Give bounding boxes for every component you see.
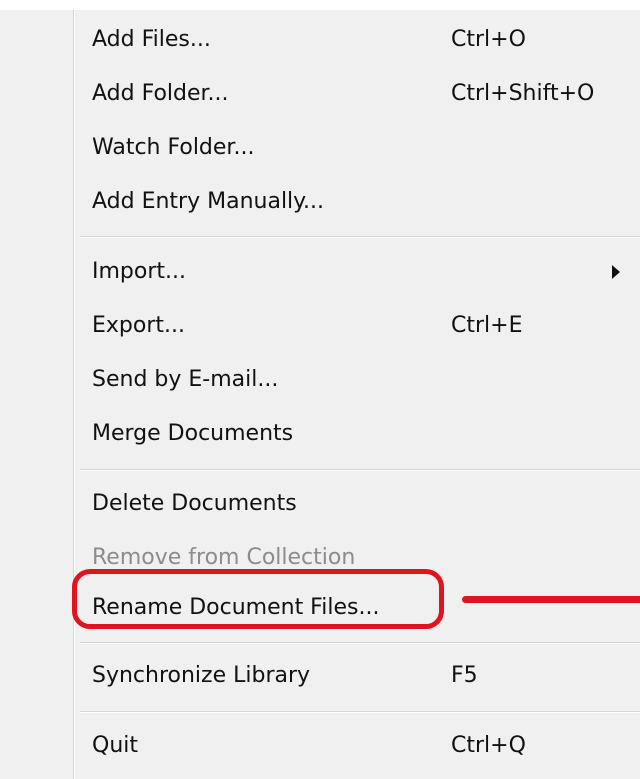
menu-item-delete-documents[interactable]: Delete Documents xyxy=(80,480,640,528)
menu-item-add-entry-manually[interactable]: Add Entry Manually... xyxy=(80,178,640,226)
menu-item-add-folder[interactable]: Add Folder... Ctrl+Shift+O xyxy=(80,70,640,118)
menu-item-label: Quit xyxy=(92,733,138,758)
menu-item-merge-documents[interactable]: Merge Documents xyxy=(80,410,640,458)
menu-item-watch-folder[interactable]: Watch Folder... xyxy=(80,124,640,172)
menu-item-label: Watch Folder... xyxy=(92,135,255,160)
menu-separator xyxy=(80,469,640,471)
menu-item-shortcut: Ctrl+Q xyxy=(451,733,526,758)
menu-item-quit[interactable]: Quit Ctrl+Q xyxy=(80,722,640,770)
menu-item-send-by-email[interactable]: Send by E-mail... xyxy=(80,356,640,404)
menu-separator xyxy=(80,711,640,713)
menu-item-label: Add Folder... xyxy=(92,81,229,106)
menu-separator xyxy=(80,642,640,644)
menu-item-add-files[interactable]: Add Files... Ctrl+O xyxy=(80,16,640,64)
menu-item-shortcut: Ctrl+O xyxy=(451,27,526,52)
menu-item-export[interactable]: Export... Ctrl+E xyxy=(80,302,640,350)
triangle-right-icon xyxy=(612,265,620,279)
menu-item-label: Import... xyxy=(92,259,186,284)
menu-item-shortcut: Ctrl+Shift+O xyxy=(451,81,595,106)
icon-gutter-divider-highlight xyxy=(74,10,75,779)
menu-item-import[interactable]: Import... xyxy=(80,248,640,296)
menu-item-label: Send by E-mail... xyxy=(92,367,279,392)
menu-item-shortcut: Ctrl+E xyxy=(451,313,523,338)
menu-item-label: Merge Documents xyxy=(92,421,294,446)
menu-item-label: Synchronize Library xyxy=(92,663,311,688)
menu-item-label: Add Files... xyxy=(92,27,211,52)
menu-item-synchronize-library[interactable]: Synchronize Library F5 xyxy=(80,652,640,700)
menu-item-label: Export... xyxy=(92,313,185,338)
file-context-menu: Add Files... Ctrl+O Add Folder... Ctrl+S… xyxy=(0,10,640,779)
screenshot-frame: Add Files... Ctrl+O Add Folder... Ctrl+S… xyxy=(0,0,640,779)
menu-item-shortcut: F5 xyxy=(451,663,478,688)
annotation-pointer-line xyxy=(462,596,640,603)
menu-item-label: Delete Documents xyxy=(92,491,297,516)
menu-separator xyxy=(80,236,640,238)
annotation-highlight-ring xyxy=(72,569,444,629)
menu-item-label: Add Entry Manually... xyxy=(92,189,325,214)
